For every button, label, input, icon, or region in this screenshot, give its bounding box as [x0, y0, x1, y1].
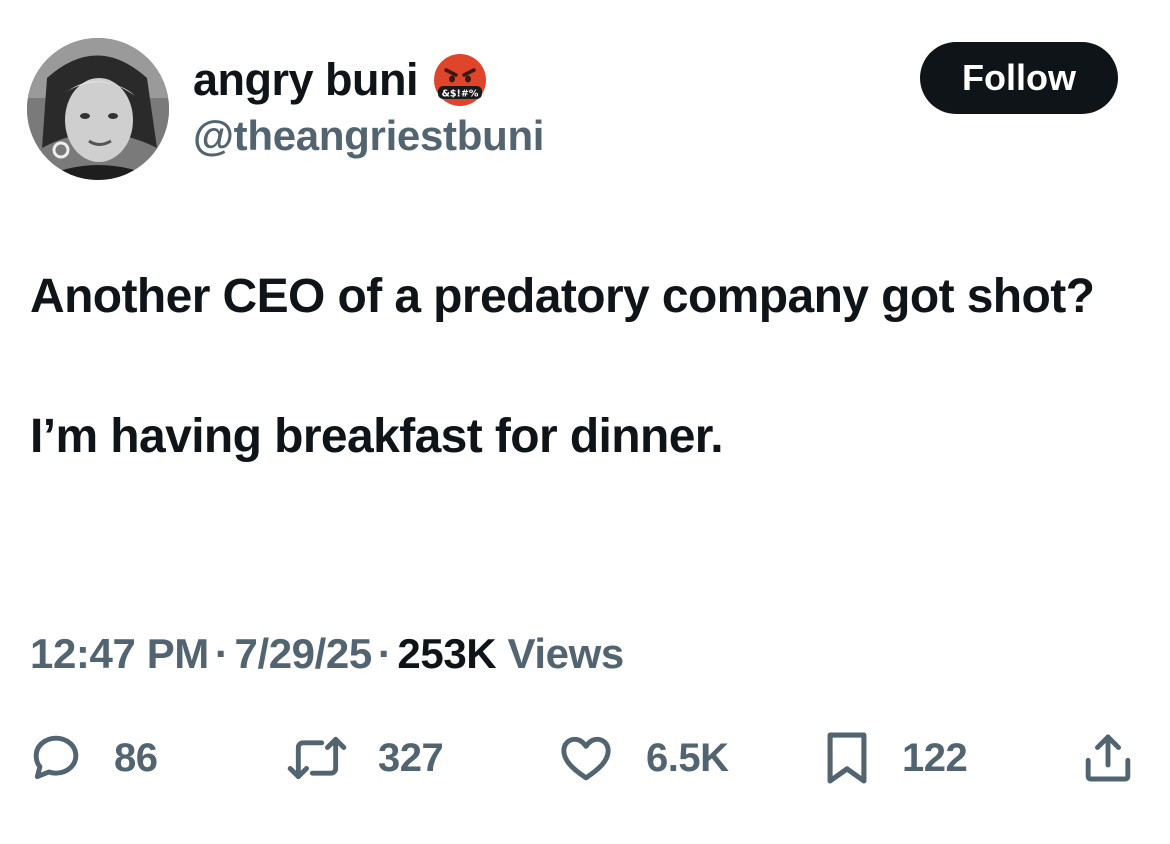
tweet-text-line-1: Another CEO of a predatory company got s…	[30, 270, 1095, 323]
reply-count: 86	[114, 735, 158, 780]
action-bar: 86 327 6.5K 122	[0, 728, 1170, 788]
tweet-text-line-2: I’m having breakfast for dinner.	[30, 410, 724, 463]
avatar[interactable]	[27, 38, 169, 180]
meta-separator: ·	[214, 630, 229, 677]
enraged-face-emoji-icon: &$!#%	[432, 52, 488, 108]
bookmark-button[interactable]: 122	[822, 728, 968, 788]
bookmark-icon	[827, 732, 867, 784]
share-icon	[1085, 734, 1131, 782]
share-button[interactable]	[1080, 728, 1136, 788]
tweet-meta: 12:47 PM · 7/29/25 · 253K Views	[30, 630, 624, 678]
follow-button[interactable]: Follow	[920, 42, 1118, 114]
svg-text:&$!#%: &$!#%	[442, 89, 479, 100]
repost-icon	[287, 736, 347, 780]
reply-icon	[33, 735, 79, 780]
display-name-row[interactable]: angry buni &$!#%	[193, 52, 488, 108]
repost-button[interactable]: 327	[286, 728, 444, 788]
like-count: 6.5K	[646, 735, 729, 780]
bookmark-count: 122	[902, 735, 968, 780]
avatar-image	[27, 38, 169, 180]
repost-count: 327	[378, 735, 444, 780]
views-label: Views	[507, 630, 625, 677]
heart-icon	[561, 736, 611, 781]
views-count: 253K	[397, 630, 497, 677]
display-name[interactable]: angry buni	[193, 54, 419, 106]
meta-separator: ·	[377, 630, 392, 677]
user-handle[interactable]: @theangriestbuni	[193, 112, 544, 160]
tweet: angry buni &$!#% @theangriestbuni Follow…	[0, 0, 1170, 844]
reply-button[interactable]: 86	[28, 728, 158, 788]
tweet-text: Another CEO of a predatory company got s…	[30, 262, 1130, 472]
tweet-time[interactable]: 12:47 PM	[30, 630, 209, 677]
tweet-date[interactable]: 7/29/25	[234, 630, 372, 677]
like-button[interactable]: 6.5K	[556, 728, 729, 788]
